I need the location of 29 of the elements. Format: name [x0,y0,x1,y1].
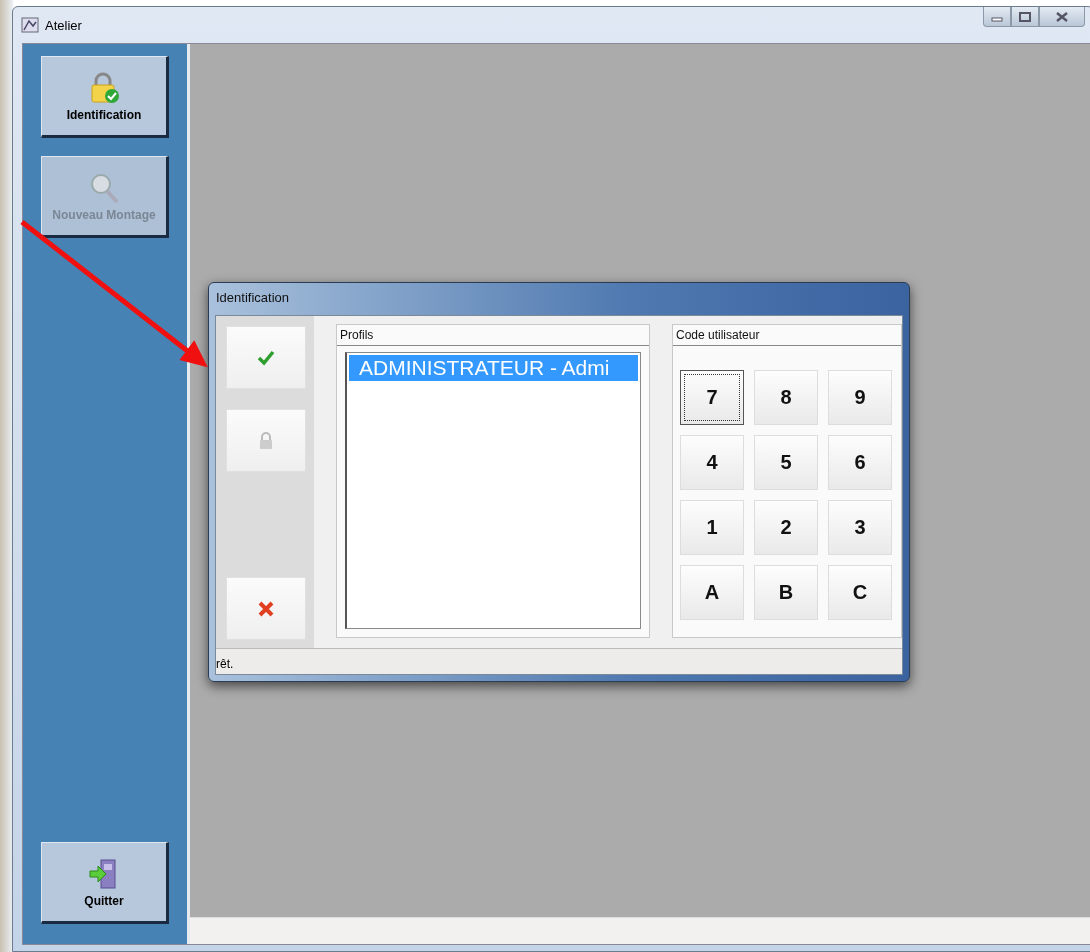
keypad-key[interactable]: C [828,565,892,620]
minimize-button[interactable] [983,7,1011,27]
cross-icon [257,599,275,618]
quit-button[interactable]: Quitter [41,842,169,924]
keypad-key[interactable]: 8 [754,370,818,425]
close-icon [1056,11,1068,22]
window-title: Atelier [45,17,82,33]
keypad-key[interactable]: 3 [828,500,892,555]
keypad-key[interactable]: 5 [754,435,818,490]
keypad-key[interactable]: 6 [828,435,892,490]
maximize-icon [1019,11,1031,22]
cancel-button[interactable] [226,577,306,640]
checkmark-icon [257,349,275,366]
keypad-key[interactable]: 7 [680,370,744,425]
sidebar-button[interactable]: Identification [41,56,169,138]
keypad-key[interactable]: 9 [828,370,892,425]
group-title: Code utilisateur [673,325,901,346]
dialog-title: Identification [215,289,290,307]
keypad-key[interactable]: A [680,565,744,620]
keypad-key[interactable]: B [754,565,818,620]
app-icon [21,17,39,33]
group-title: Profils [337,325,649,346]
padlock-icon [259,431,273,450]
keypad-key[interactable]: 4 [680,435,744,490]
maximize-button[interactable] [1011,7,1039,27]
status-text: rêt. [216,657,234,671]
close-button[interactable] [1039,7,1085,27]
keypad-key[interactable]: 2 [754,500,818,555]
keypad-key[interactable]: 1 [680,500,744,555]
